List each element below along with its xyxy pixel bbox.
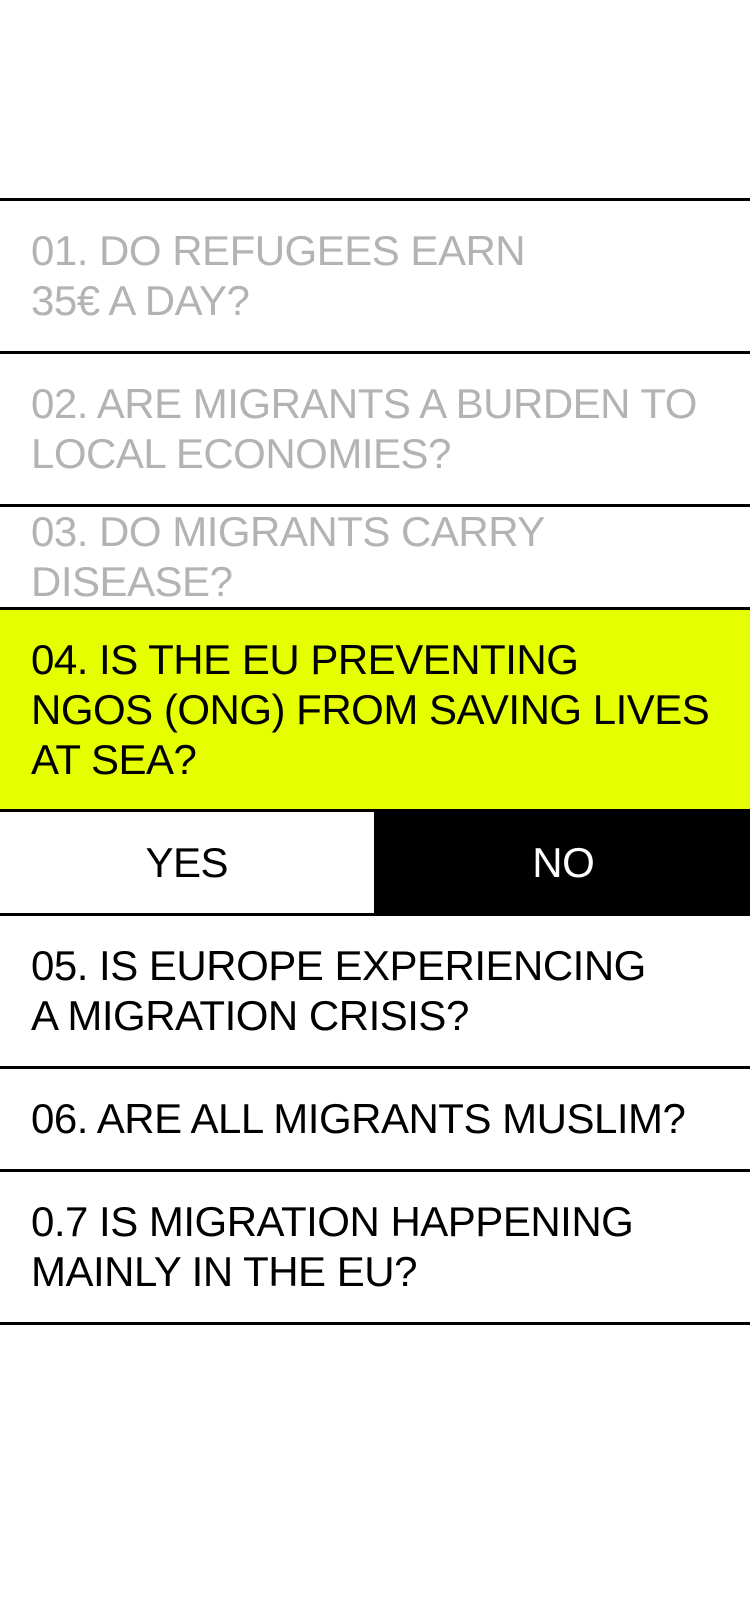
question-05[interactable]: 05. IS EUROPE EXPERIENCING A MIGRATION C… xyxy=(0,916,750,1069)
question-list: 01. DO REFUGEES EARN 35€ A DAY? 02. ARE … xyxy=(0,198,750,1325)
question-06-text: 06. ARE ALL MIGRANTS MUSLIM? xyxy=(31,1095,686,1142)
question-01[interactable]: 01. DO REFUGEES EARN 35€ A DAY? xyxy=(0,201,750,354)
question-01-text: 01. DO REFUGEES EARN 35€ A DAY? xyxy=(31,227,526,324)
question-03[interactable]: 03. DO MIGRANTS CARRY DISEASE? xyxy=(0,507,750,610)
question-05-text: 05. IS EUROPE EXPERIENCING A MIGRATION C… xyxy=(31,942,646,1039)
question-07-text: 0.7 IS MIGRATION HAPPENING MAINLY IN THE… xyxy=(31,1198,634,1295)
question-02-text: 02. ARE MIGRANTS A BURDEN TO LOCAL ECONO… xyxy=(31,380,697,477)
question-07[interactable]: 0.7 IS MIGRATION HAPPENING MAINLY IN THE… xyxy=(0,1172,750,1325)
yes-button[interactable]: YES xyxy=(0,812,377,913)
question-04-active[interactable]: 04. IS THE EU PREVENTING NGOS (ONG) FROM… xyxy=(0,610,750,812)
answer-options: YES NO xyxy=(0,812,750,916)
question-03-text: 03. DO MIGRANTS CARRY DISEASE? xyxy=(31,508,545,605)
no-button[interactable]: NO xyxy=(376,812,750,913)
question-02[interactable]: 02. ARE MIGRANTS A BURDEN TO LOCAL ECONO… xyxy=(0,354,750,507)
question-06[interactable]: 06. ARE ALL MIGRANTS MUSLIM? xyxy=(0,1069,750,1172)
question-04-text: 04. IS THE EU PREVENTING NGOS (ONG) FROM… xyxy=(31,635,710,783)
